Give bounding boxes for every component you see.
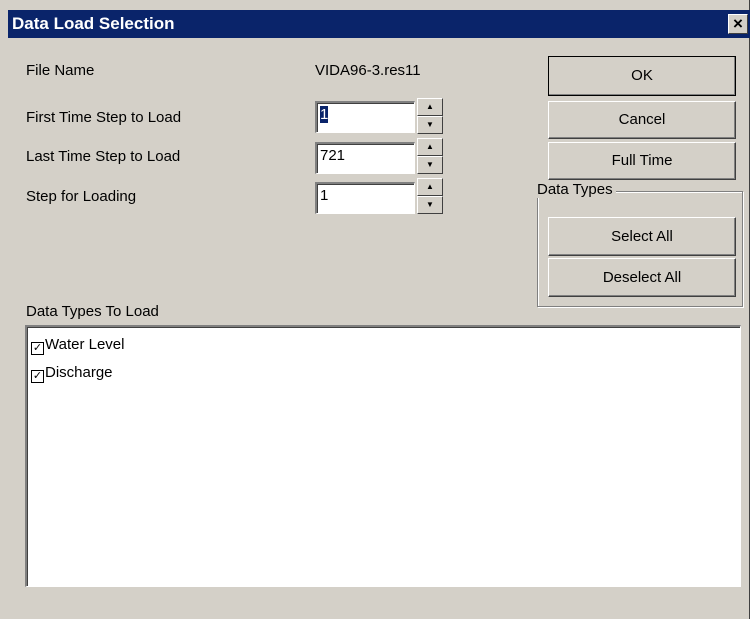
arrow-up-icon[interactable]: ▲ — [417, 138, 443, 156]
file-name-value: VIDA96-3.res11 — [315, 62, 421, 79]
list-item-label: Discharge — [45, 364, 113, 381]
check-icon[interactable]: ✓ — [31, 342, 44, 355]
arrow-down-icon[interactable]: ▼ — [417, 196, 443, 214]
list-item-label: Water Level — [45, 336, 125, 353]
select-all-button[interactable]: Select All — [548, 217, 736, 256]
last-step-spinner[interactable]: ▲ ▼ — [417, 138, 443, 174]
step-loading-spinner[interactable]: ▲ ▼ — [417, 178, 443, 214]
data-types-listbox[interactable]: ✓ Water Level ✓ Discharge — [25, 325, 741, 587]
check-icon[interactable]: ✓ — [31, 370, 44, 383]
full-time-button[interactable]: Full Time — [548, 142, 736, 180]
deselect-all-button[interactable]: Deselect All — [548, 258, 736, 297]
first-step-label: First Time Step to Load — [26, 109, 182, 126]
step-loading-value: 1 — [320, 187, 329, 204]
data-types-group-legend: Data Types — [534, 181, 616, 198]
window-title: Data Load Selection — [12, 14, 175, 33]
last-step-input[interactable]: 721 — [315, 142, 415, 174]
first-step-spinner[interactable]: ▲ ▼ — [417, 98, 443, 134]
close-button[interactable]: × — [728, 14, 748, 34]
step-loading-label: Step for Loading — [26, 188, 137, 205]
step-loading-input[interactable]: 1 — [315, 182, 415, 214]
cancel-button[interactable]: Cancel — [548, 101, 736, 139]
list-item[interactable]: ✓ Discharge — [31, 364, 113, 384]
first-step-input[interactable]: 1 — [315, 101, 415, 133]
first-step-value: 1 — [320, 106, 329, 123]
close-icon: × — [733, 14, 743, 33]
last-step-value: 721 — [320, 147, 346, 164]
data-load-dialog: Data Load Selection × File Name VIDA96-3… — [0, 0, 750, 619]
file-name-label: File Name — [26, 62, 95, 79]
list-item[interactable]: ✓ Water Level — [31, 336, 124, 356]
arrow-up-icon[interactable]: ▲ — [417, 178, 443, 196]
last-step-label: Last Time Step to Load — [26, 148, 181, 165]
arrow-down-icon[interactable]: ▼ — [417, 116, 443, 134]
arrow-down-icon[interactable]: ▼ — [417, 156, 443, 174]
arrow-up-icon[interactable]: ▲ — [417, 98, 443, 116]
data-types-list-label: Data Types To Load — [26, 303, 159, 320]
title-bar[interactable]: Data Load Selection × — [8, 10, 750, 38]
ok-button[interactable]: OK — [548, 56, 736, 96]
